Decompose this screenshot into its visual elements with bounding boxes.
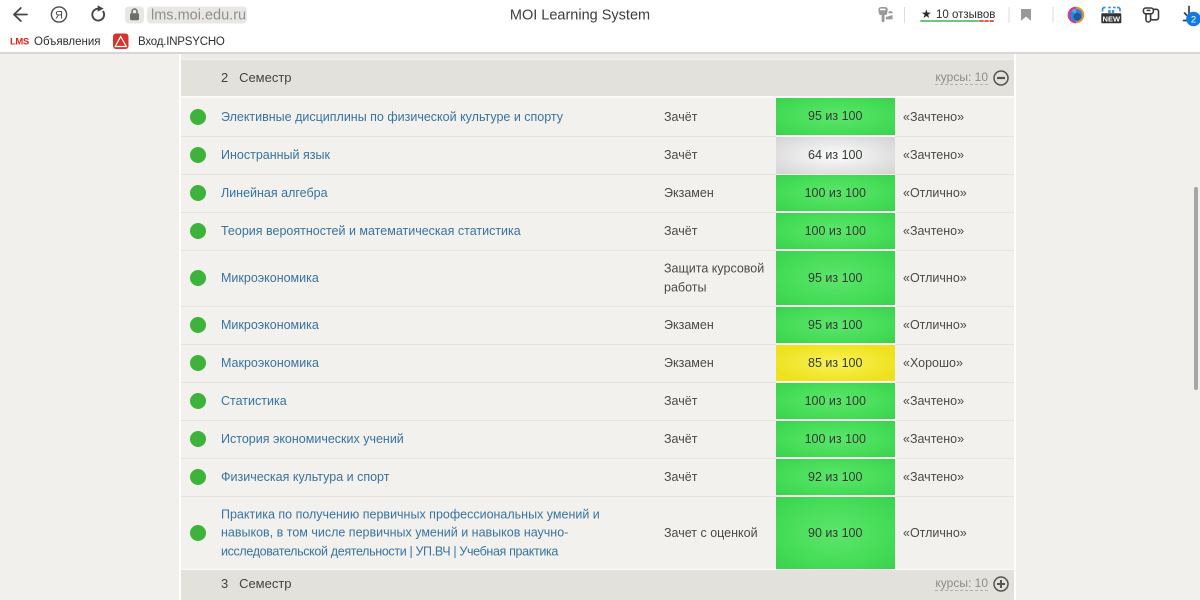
svg-text:NEW: NEW <box>1103 14 1121 23</box>
svg-text:Вход.INPSYCHO: Вход.INPSYCHO <box>138 36 225 48</box>
svg-text:MOI Learning System: MOI Learning System <box>510 8 650 24</box>
svg-text:lms.moi.edu.ru: lms.moi.edu.ru <box>151 8 246 24</box>
svg-text:LMS: LMS <box>10 37 29 48</box>
svg-text:★: ★ <box>921 7 932 21</box>
svg-text:Объявления: Объявления <box>34 36 101 48</box>
svg-text:Я: Я <box>55 10 63 22</box>
svg-text:10 отзывов: 10 отзывов <box>936 9 995 21</box>
svg-text:2: 2 <box>1191 15 1196 26</box>
